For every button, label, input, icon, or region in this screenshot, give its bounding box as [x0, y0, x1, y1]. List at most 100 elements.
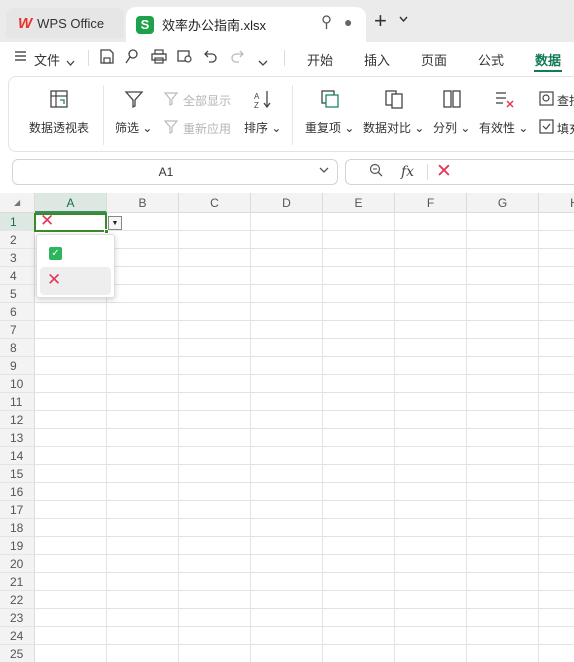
sort-icon: AZ [253, 89, 273, 113]
show-all-button[interactable]: 全部显示 [163, 91, 232, 110]
split-column-button[interactable]: 分列 ⌄ [433, 89, 470, 136]
row-header-24[interactable]: 24 [0, 627, 35, 645]
formula-content: ✕ [436, 161, 452, 182]
row-header-16[interactable]: 16 [0, 483, 35, 501]
divider [88, 50, 89, 66]
column-header-d[interactable]: D [251, 193, 323, 213]
divider [103, 85, 104, 145]
validity-label: 有效性 ⌄ [479, 121, 529, 135]
chevron-down-icon[interactable] [319, 165, 329, 176]
sort-label: 排序 ⌄ [244, 121, 282, 135]
column-header-a[interactable]: A [35, 193, 107, 213]
row-header-11[interactable]: 11 [0, 393, 35, 411]
split-column-label: 分列 ⌄ [433, 121, 471, 135]
row-header-7[interactable]: 7 [0, 321, 35, 339]
row-header-8[interactable]: 8 [0, 339, 35, 357]
row-header-25[interactable]: 25 [0, 645, 35, 662]
row-header-4[interactable]: 4 [0, 267, 35, 285]
column-header-h[interactable]: H [539, 193, 574, 213]
dropdown-arrow-button[interactable]: ▼ [108, 216, 122, 230]
tab-formula[interactable]: 公式 [478, 50, 504, 69]
reapply-button[interactable]: 重新应用 [163, 119, 231, 138]
export-icon[interactable] [125, 49, 139, 68]
save-icon[interactable] [100, 49, 114, 68]
tab-insert[interactable]: 插入 [364, 50, 390, 69]
file-menu[interactable]: 文件 [34, 50, 60, 69]
tab-data[interactable]: 数据 [535, 50, 561, 69]
row-header-19[interactable]: 19 [0, 537, 35, 555]
zoom-icon[interactable] [369, 163, 383, 180]
filter-button[interactable]: 筛选 ⌄ [115, 89, 152, 136]
spreadsheet-grid[interactable]: ◢ ABCDEFGH 12345678910111213141516171819… [0, 193, 574, 662]
row-header-20[interactable]: 20 [0, 555, 35, 573]
data-compare-button[interactable]: 数据对比 ⌄ [363, 89, 424, 136]
row-header-17[interactable]: 17 [0, 501, 35, 519]
validation-dropdown-list: ✓ ✕ [36, 234, 115, 298]
dropdown-option-cross[interactable]: ✕ [40, 267, 111, 295]
filter-icon [124, 89, 144, 113]
row-header-10[interactable]: 10 [0, 375, 35, 393]
cell-area[interactable] [35, 213, 574, 662]
row-header-22[interactable]: 22 [0, 591, 35, 609]
formula-input[interactable]: fx ✕ [345, 159, 574, 185]
column-header-e[interactable]: E [323, 193, 395, 213]
row-header-23[interactable]: 23 [0, 609, 35, 627]
row-header-5[interactable]: 5 [0, 285, 35, 303]
print-preview-icon[interactable] [177, 49, 193, 68]
validity-icon [494, 89, 514, 113]
chevron-down-icon[interactable] [258, 53, 268, 70]
row-header-2[interactable]: 2 [0, 231, 35, 249]
column-header-g[interactable]: G [467, 193, 539, 213]
new-tab-button[interactable]: + [374, 10, 387, 32]
pin-icon[interactable] [321, 15, 332, 33]
row-header-9[interactable]: 9 [0, 357, 35, 375]
split-column-icon [442, 89, 462, 113]
tab-page[interactable]: 页面 [421, 50, 447, 69]
row-header-3[interactable]: 3 [0, 249, 35, 267]
row-header-18[interactable]: 18 [0, 519, 35, 537]
name-box[interactable]: A1 [12, 159, 338, 185]
dropdown-option-check[interactable]: ✓ [40, 239, 111, 267]
column-header-f[interactable]: F [395, 193, 467, 213]
cell-a1-value: ✕ [40, 211, 55, 230]
duplicates-icon [320, 89, 340, 113]
column-header-b[interactable]: B [107, 193, 179, 213]
sort-button[interactable]: AZ 排序 ⌄ [244, 89, 281, 136]
active-tab-indicator [534, 70, 562, 72]
pivot-table-button[interactable]: 数据透视表 [29, 89, 89, 136]
undo-icon[interactable] [204, 49, 218, 67]
row-header-21[interactable]: 21 [0, 573, 35, 591]
menu-bar: 文件 开始 插入 页面 公式 数据 [0, 42, 574, 74]
name-box-value: A1 [158, 165, 174, 179]
tab-document[interactable]: S 效率办公指南.xlsx ● [126, 7, 366, 42]
row-header-1[interactable]: 1 [0, 213, 35, 231]
row-header-6[interactable]: 6 [0, 303, 35, 321]
find-button[interactable]: 查找 [539, 91, 574, 109]
pivot-table-icon [49, 89, 69, 113]
cell-a1[interactable]: ✕ [34, 211, 109, 234]
fill-button[interactable]: 填充 [539, 119, 574, 137]
select-all-corner[interactable]: ◢ [0, 193, 35, 213]
redo-icon[interactable] [230, 49, 244, 67]
hamburger-menu-icon[interactable] [15, 49, 26, 66]
unsaved-dot-icon: ● [344, 14, 353, 30]
duplicates-button[interactable]: 重复项 ⌄ [305, 89, 354, 136]
row-header-14[interactable]: 14 [0, 447, 35, 465]
chevron-down-icon[interactable] [399, 14, 408, 25]
tab-home[interactable]: 开始 [307, 50, 333, 69]
spreadsheet-logo-icon: S [136, 15, 154, 34]
svg-text:Z: Z [254, 101, 259, 109]
reapply-icon [163, 119, 180, 138]
ribbon-toolbar: 数据透视表 筛选 ⌄ 全部显示 重新应用 AZ 排序 ⌄ 重复项 ⌄ 数据对比 … [8, 76, 574, 152]
chevron-down-icon[interactable] [66, 53, 75, 70]
row-header-13[interactable]: 13 [0, 429, 35, 447]
column-header-c[interactable]: C [179, 193, 251, 213]
validity-button[interactable]: 有效性 ⌄ [479, 89, 528, 136]
fx-icon[interactable]: fx [401, 164, 414, 180]
row-header-12[interactable]: 12 [0, 411, 35, 429]
fill-label: 填充 [557, 121, 574, 136]
print-icon[interactable] [151, 49, 167, 68]
tab-wps-office[interactable]: W WPS Office [6, 8, 124, 38]
row-header-15[interactable]: 15 [0, 465, 35, 483]
show-all-label: 全部显示 [183, 94, 232, 108]
